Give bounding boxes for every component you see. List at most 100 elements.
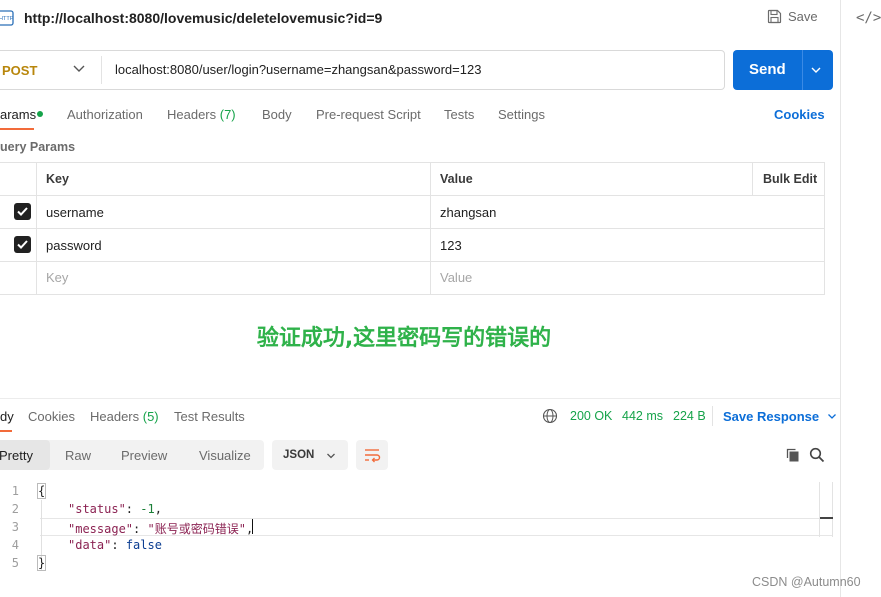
method-select[interactable]: POST — [2, 63, 37, 78]
globe-icon[interactable] — [542, 408, 558, 424]
json-close-brace: } — [36, 555, 47, 571]
param-checkbox[interactable] — [14, 236, 31, 253]
tab-label: arams — [0, 107, 37, 122]
json-value: -1 — [140, 502, 155, 516]
json-key: "status" — [68, 502, 126, 516]
search-icon[interactable] — [809, 447, 825, 463]
json-line-status: "status": -1, — [68, 502, 162, 516]
view-preview[interactable]: Preview — [121, 448, 167, 463]
response-tab-cookies[interactable]: Cookies — [28, 409, 75, 424]
scrollbar[interactable] — [819, 482, 833, 537]
active-tab-indicator — [0, 430, 12, 432]
response-size[interactable]: 224 B — [673, 409, 706, 423]
format-label: JSON — [283, 449, 315, 461]
view-raw[interactable]: Raw — [65, 448, 91, 463]
table-divider — [36, 162, 37, 295]
cookies-link[interactable]: Cookies — [774, 107, 825, 122]
response-tab-headers[interactable]: Headers (5) — [90, 409, 159, 424]
param-value[interactable]: zhangsan — [440, 205, 496, 220]
table-divider — [430, 162, 431, 295]
tab-pre-request-script[interactable]: Pre-request Script — [316, 107, 421, 122]
line-number: 3 — [11, 520, 19, 534]
check-icon — [17, 240, 28, 249]
save-button[interactable]: Save — [767, 9, 818, 24]
tab-body[interactable]: Body — [262, 107, 292, 122]
active-tab-indicator — [0, 128, 34, 130]
line-number: 1 — [11, 484, 19, 498]
tab-count: (5) — [142, 409, 159, 424]
param-key[interactable]: username — [46, 205, 104, 220]
query-params-title: uery Params — [0, 140, 76, 154]
tab-label: dy — [0, 409, 14, 424]
chevron-down-icon — [327, 453, 335, 459]
param-value[interactable]: 123 — [440, 238, 462, 253]
send-options-chevron-icon[interactable] — [809, 62, 823, 78]
bulk-edit-button[interactable]: Bulk Edit — [763, 172, 817, 186]
response-tab-body[interactable]: dy — [0, 409, 14, 424]
tab-label: Authorization — [67, 107, 143, 122]
tab-label: Pre-request Script — [316, 107, 421, 122]
table-divider — [0, 228, 825, 229]
tab-label: Cookies — [28, 409, 75, 424]
divider — [802, 50, 803, 90]
json-open-brace: { — [36, 483, 47, 499]
table-divider — [752, 162, 753, 195]
save-label: Save — [788, 9, 818, 24]
tab-tests[interactable]: Tests — [444, 107, 474, 122]
view-pretty[interactable]: Pretty — [0, 448, 33, 463]
wrap-lines-button[interactable] — [356, 440, 388, 470]
url-input[interactable]: localhost:8080/user/login?username=zhang… — [115, 62, 481, 77]
line-number: 4 — [11, 538, 19, 552]
chevron-down-icon — [827, 414, 836, 419]
view-visualize[interactable]: Visualize — [199, 448, 251, 463]
text-caret — [252, 519, 253, 534]
tab-label: Headers — [90, 409, 143, 424]
param-key[interactable]: password — [46, 238, 102, 253]
send-button-label[interactable]: Send — [749, 61, 786, 78]
save-icon — [767, 9, 782, 24]
watermark: CSDN @Autumn60 — [752, 575, 861, 589]
tab-label: Tests — [444, 107, 475, 122]
response-time[interactable]: 442 ms — [622, 409, 663, 423]
line-number: 5 — [11, 556, 19, 570]
annotation-text: 验证成功,这里密码写的错误的 — [256, 326, 552, 351]
right-sidebar — [840, 0, 881, 597]
tab-settings[interactable]: Settings — [498, 107, 545, 122]
response-tab-test-results[interactable]: Test Results — [174, 409, 245, 424]
new-value-input[interactable]: Value — [440, 270, 472, 285]
tab-params[interactable]: arams — [0, 107, 36, 122]
wrap-lines-icon — [365, 449, 381, 463]
copy-icon[interactable] — [785, 447, 801, 463]
tab-label: Settings — [498, 107, 545, 122]
param-checkbox[interactable] — [14, 203, 31, 220]
table-divider — [0, 261, 825, 262]
divider — [101, 56, 102, 84]
tab-authorization[interactable]: Authorization — [67, 107, 143, 122]
status-code[interactable]: 200 OK — [570, 409, 612, 423]
tab-count: (7) — [219, 107, 236, 122]
chevron-down-icon[interactable] — [72, 60, 86, 76]
json-line-message: "message": "账号或密码错误", — [68, 522, 254, 536]
tab-headers[interactable]: Headers (7) — [167, 107, 236, 122]
params-active-dot — [37, 111, 43, 117]
column-header-value: Value — [440, 172, 473, 186]
column-header-key: Key — [46, 172, 69, 186]
tab-label: Headers — [167, 107, 220, 122]
json-value: false — [125, 538, 162, 552]
json-line-data: "data": false — [68, 538, 162, 552]
request-title: http://localhost:8080/lovemusic/deletelo… — [24, 10, 383, 26]
table-divider — [0, 195, 825, 196]
check-icon — [17, 207, 28, 216]
new-key-input[interactable]: Key — [46, 270, 68, 285]
line-number: 2 — [11, 502, 19, 516]
code-snippet-icon[interactable]: </> — [856, 10, 881, 26]
http-icon: HTTP — [0, 10, 14, 26]
svg-text:HTTP: HTTP — [0, 16, 14, 22]
json-value: "账号或密码错误" — [147, 522, 246, 536]
tab-label: Test Results — [174, 409, 245, 424]
json-key: "data" — [68, 538, 112, 552]
response-divider — [0, 398, 840, 399]
scrollbar-thumb[interactable] — [820, 517, 833, 519]
save-response-button[interactable]: Save Response — [723, 409, 837, 424]
save-response-label: Save Response — [723, 409, 820, 424]
